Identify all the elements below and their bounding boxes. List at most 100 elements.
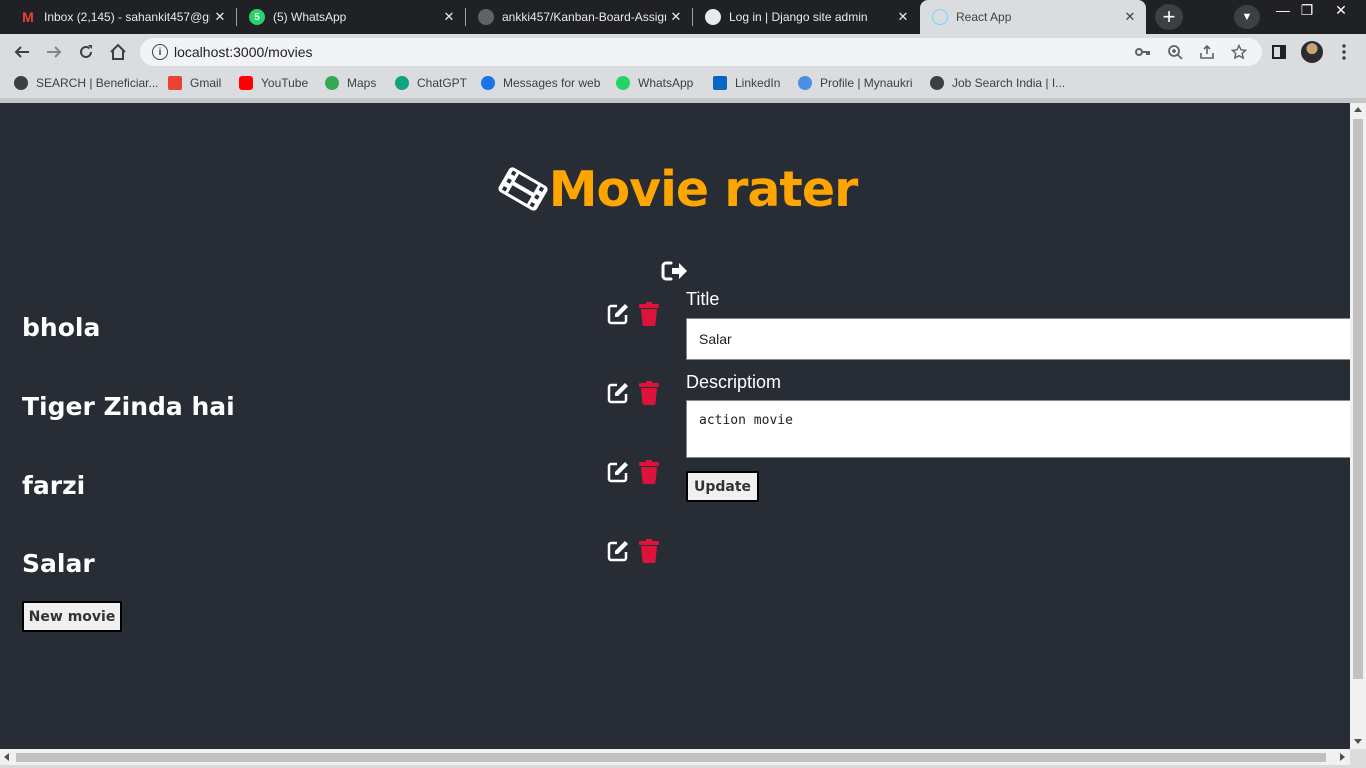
new-tab-button[interactable]: +: [1155, 4, 1183, 30]
trash-icon[interactable]: [639, 460, 659, 484]
github-icon: [478, 9, 494, 25]
naukri-icon: [798, 76, 812, 90]
key-icon[interactable]: [1134, 43, 1152, 61]
logout-icon[interactable]: [661, 260, 689, 282]
url-text: localhost:3000/movies: [174, 44, 313, 60]
bookmark-item[interactable]: Maps: [325, 76, 376, 90]
trash-icon[interactable]: [639, 539, 659, 563]
tab-django[interactable]: Log in | Django site admin ✕: [693, 0, 919, 34]
kebab-menu-icon: [1342, 44, 1346, 60]
whatsapp-icon: [616, 76, 630, 90]
scroll-up-arrow-icon[interactable]: [1354, 107, 1362, 112]
tab-search-button[interactable]: ▼: [1234, 5, 1260, 29]
globe-icon: [14, 76, 28, 90]
tab-gmail[interactable]: M Inbox (2,145) - sahankit457@gmail.com …: [8, 0, 236, 34]
reload-button[interactable]: [74, 40, 98, 64]
arrow-left-icon: [14, 46, 29, 58]
close-tab-icon[interactable]: ✕: [893, 9, 913, 25]
bookmark-item[interactable]: YouTube: [239, 76, 308, 90]
globe-icon: [705, 9, 721, 25]
bookmark-item[interactable]: SEARCH | Beneficiar...: [14, 76, 159, 90]
movie-title[interactable]: Salar: [22, 549, 95, 578]
tab-react-app[interactable]: React App ✕: [920, 0, 1146, 34]
tab-title: (5) WhatsApp: [273, 10, 347, 24]
tab-whatsapp[interactable]: 5 (5) WhatsApp ✕: [237, 0, 465, 34]
description-textarea[interactable]: action movie: [686, 400, 1350, 458]
info-icon: [930, 76, 944, 90]
gmail-icon: [168, 76, 182, 90]
messages-icon: [481, 76, 495, 90]
linkedin-icon: [713, 76, 727, 90]
whatsapp-icon: 5: [249, 9, 265, 25]
home-button[interactable]: [106, 40, 130, 64]
tab-title: React App: [956, 10, 1012, 24]
new-movie-button[interactable]: New movie: [22, 601, 122, 632]
chatgpt-icon: [395, 76, 409, 90]
trash-icon[interactable]: [639, 381, 659, 405]
zoom-icon[interactable]: [1166, 43, 1184, 61]
bookmark-item[interactable]: ChatGPT: [395, 76, 467, 90]
scroll-right-arrow-icon[interactable]: [1340, 753, 1345, 761]
scroll-left-arrow-icon[interactable]: [4, 753, 9, 761]
browser-menu-button[interactable]: [1332, 40, 1356, 64]
browser-toolbar: i localhost:3000/movies: [0, 34, 1366, 70]
app-header: Movie rater: [0, 159, 1350, 219]
close-tab-icon[interactable]: ✕: [1120, 9, 1140, 25]
title-input[interactable]: Salar: [686, 318, 1350, 360]
share-icon[interactable]: [1198, 43, 1216, 61]
edit-icon[interactable]: [606, 460, 630, 484]
edit-icon[interactable]: [606, 381, 630, 405]
bookmark-item[interactable]: LinkedIn: [713, 76, 780, 90]
edit-icon[interactable]: [606, 539, 630, 563]
tab-title: Log in | Django site admin: [729, 10, 868, 24]
close-tab-icon[interactable]: ✕: [210, 9, 230, 25]
maps-icon: [325, 76, 339, 90]
bookmarks-bar: SEARCH | Beneficiar... Gmail YouTube Map…: [0, 70, 1366, 98]
app-title: Movie rater: [548, 160, 859, 218]
address-bar[interactable]: i localhost:3000/movies: [140, 38, 1262, 66]
side-panel-icon: [1272, 45, 1286, 59]
star-icon[interactable]: [1230, 43, 1248, 61]
movie-title[interactable]: bhola: [22, 313, 100, 342]
close-tab-icon[interactable]: ✕: [439, 9, 459, 25]
reload-icon: [80, 45, 92, 58]
tab-title: Inbox (2,145) - sahankit457@gmail.com: [44, 10, 210, 24]
close-window-button[interactable]: ✕: [1326, 0, 1356, 20]
app-page: Movie rater bhola Tiger Zinda hai farzi …: [0, 103, 1350, 749]
side-panel-button[interactable]: [1267, 40, 1291, 64]
close-tab-icon[interactable]: ✕: [666, 9, 686, 25]
arrow-right-icon: [47, 46, 62, 58]
tab-github[interactable]: ankki457/Kanban-Board-Assignment ✕: [466, 0, 692, 34]
trash-icon[interactable]: [639, 302, 659, 326]
vertical-scroll-thumb[interactable]: [1353, 119, 1363, 679]
restore-button[interactable]: ❐: [1292, 0, 1322, 20]
edit-icon[interactable]: [606, 302, 630, 326]
home-icon: [110, 43, 126, 60]
bookmark-item[interactable]: Gmail: [168, 76, 221, 90]
movie-title[interactable]: farzi: [22, 471, 85, 500]
bookmark-item[interactable]: Messages for web: [481, 76, 600, 90]
bookmark-item[interactable]: Job Search India | I...: [930, 76, 1065, 90]
vertical-scrollbar[interactable]: [1350, 103, 1366, 749]
back-button[interactable]: [10, 40, 34, 64]
scroll-down-arrow-icon[interactable]: [1354, 739, 1362, 744]
bookmark-item[interactable]: Profile | Mynaukri: [798, 76, 912, 90]
gmail-icon: M: [22, 9, 34, 25]
tab-title: ankki457/Kanban-Board-Assignment: [502, 10, 666, 24]
react-icon: [932, 9, 948, 25]
forward-button[interactable]: [42, 40, 66, 64]
site-info-icon[interactable]: i: [152, 44, 168, 60]
bookmark-item[interactable]: WhatsApp: [616, 76, 693, 90]
title-label: Title: [686, 289, 720, 309]
horizontal-scrollbar[interactable]: [0, 749, 1350, 765]
scrollbar-corner: [1350, 749, 1366, 768]
description-label: Descriptiom: [686, 372, 782, 392]
profile-avatar[interactable]: [1301, 41, 1323, 63]
update-button[interactable]: Update: [686, 471, 759, 502]
chevron-down-icon: ▼: [1241, 11, 1253, 23]
tab-strip: M Inbox (2,145) - sahankit457@gmail.com …: [0, 0, 1366, 34]
film-icon: [498, 167, 548, 211]
youtube-icon: [239, 76, 253, 90]
horizontal-scroll-thumb[interactable]: [16, 753, 1326, 762]
movie-title[interactable]: Tiger Zinda hai: [22, 392, 235, 421]
